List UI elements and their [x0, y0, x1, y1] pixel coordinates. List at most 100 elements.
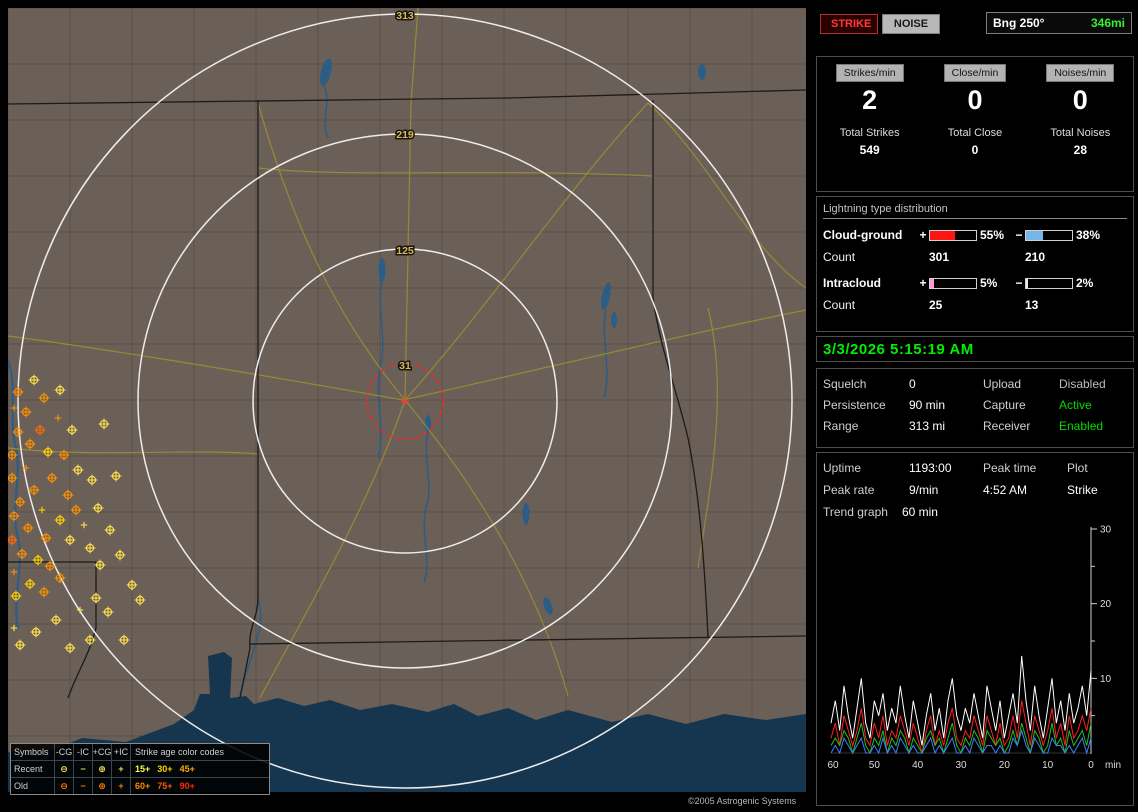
total-strikes-value: 549	[859, 143, 880, 157]
legend-col-ncg: -CG	[55, 744, 74, 760]
age-code: 60+	[135, 781, 151, 791]
total-noises-value: 28	[1073, 143, 1087, 157]
legend-recent-label: Recent	[11, 761, 55, 777]
strikes-per-min-value: 2	[862, 85, 878, 115]
bearing-label: Bng 250°	[993, 16, 1045, 30]
legend-old-label: Old	[11, 778, 55, 794]
age-code: 15+	[135, 764, 151, 774]
legend-recent-row: Recent ⊖ − ⊕ + 15+ 30+ 45+	[11, 760, 269, 777]
svg-text:min: min	[1105, 760, 1121, 771]
old-pcg-icon: ⊕	[93, 778, 112, 794]
svg-text:40: 40	[912, 760, 924, 771]
total-close-label: Total Close	[947, 127, 1003, 139]
old-nic-icon: −	[74, 778, 93, 794]
ic-negative-bar	[1025, 277, 1073, 289]
close-per-min-value: 0	[967, 85, 983, 115]
range-label: Range	[823, 419, 859, 433]
current-datetime: 3/3/2026 5:15:19 AM	[823, 340, 974, 358]
rates-panel: Strikes/min 2 Total Strikes 549 Close/mi…	[816, 56, 1134, 192]
svg-text:30: 30	[1100, 525, 1112, 536]
peak-rate-label: Peak rate	[823, 483, 875, 497]
noise-mode-button[interactable]: NOISE	[882, 14, 940, 34]
plus-sign: +	[919, 228, 927, 242]
upload-value: Disabled	[1059, 377, 1106, 391]
distribution-panel: Lightning type distribution Cloud-ground…	[816, 196, 1134, 332]
noises-per-min-button[interactable]: Noises/min	[1046, 64, 1115, 82]
recent-pic-icon: +	[112, 761, 131, 777]
svg-text:20: 20	[999, 760, 1011, 771]
plot-label: Plot	[1067, 461, 1088, 475]
legend-symbols-title: Symbols	[11, 744, 55, 760]
uptime-label: Uptime	[823, 461, 862, 475]
bearing-distance: 346mi	[1090, 16, 1125, 30]
peak-rate-value: 9/min	[909, 483, 939, 497]
stats-row: Peak rate 9/min 4:52 AM Strike	[823, 483, 1133, 497]
cloud-ground-row: Cloud-ground + 55% − 38%	[823, 227, 1127, 243]
legend-col-pcg: +CG	[93, 744, 112, 760]
recent-ncg-icon: ⊖	[55, 761, 74, 777]
recent-age-codes: 15+ 30+ 45+	[131, 761, 269, 777]
ic-negative-count: 13	[1025, 298, 1039, 312]
count-label: Count	[823, 298, 856, 312]
upload-label: Upload	[983, 377, 1022, 391]
strikes-rate-column: Strikes/min 2 Total Strikes 549	[817, 57, 922, 191]
old-age-codes: 60+ 75+ 90+	[131, 778, 269, 794]
county-grid	[8, 8, 806, 792]
intracloud-row: Intracloud + 5% − 2%	[823, 275, 1127, 291]
svg-text:219: 219	[396, 129, 414, 141]
svg-text:0: 0	[1088, 760, 1094, 771]
age-code: 75+	[157, 781, 173, 791]
squelch-value: 0	[909, 377, 916, 391]
plus-sign: +	[919, 276, 927, 290]
noises-rate-column: Noises/min 0 Total Noises 28	[1028, 57, 1133, 191]
close-per-min-button[interactable]: Close/min	[943, 64, 1007, 82]
age-code: 90+	[179, 781, 195, 791]
nexstorm-window: 313 219 125 31 Symbols -CG -IC +CG +IC S…	[0, 0, 1138, 812]
copyright-text: ©2005 Astrogenic Systems	[688, 796, 797, 806]
peak-time-label: Peak time	[983, 461, 1037, 475]
stats-panel: Uptime 1193:00 Peak time Plot Peak rate …	[816, 452, 1134, 806]
old-pic-icon: +	[112, 778, 131, 794]
age-code: 30+	[157, 764, 173, 774]
ic-positive-pct: 5%	[980, 276, 998, 290]
legend-header-row: Symbols -CG -IC +CG +IC Strike age color…	[11, 744, 269, 760]
settings-row: Squelch 0 Upload Disabled	[823, 377, 1127, 391]
squelch-label: Squelch	[823, 377, 867, 391]
intracloud-count-row: Count 25 13	[823, 297, 1127, 313]
svg-text:313: 313	[396, 10, 414, 22]
persistence-label: Persistence	[823, 398, 886, 412]
cloud-ground-label: Cloud-ground	[823, 228, 903, 242]
legend-col-pic: +IC	[112, 744, 131, 760]
svg-text:20: 20	[1100, 599, 1112, 610]
settings-row: Range 313 mi Receiver Enabled	[823, 419, 1127, 433]
legend-old-row: Old ⊖ − ⊕ + 60+ 75+ 90+	[11, 777, 269, 794]
trend-graph-label: Trend graph	[823, 505, 888, 519]
svg-text:50: 50	[869, 760, 881, 771]
datetime-panel: 3/3/2026 5:15:19 AM	[816, 336, 1134, 362]
uptime-value: 1193:00	[909, 461, 952, 475]
recent-nic-icon: −	[74, 761, 93, 777]
svg-text:10: 10	[1100, 674, 1112, 685]
settings-panel: Squelch 0 Upload Disabled Persistence 90…	[816, 368, 1134, 448]
sidebar: STRIKE NOISE Bng 250° 346mi Strikes/min …	[812, 0, 1138, 812]
svg-text:30: 30	[955, 760, 967, 771]
trend-series-total-strikes	[830, 655, 1092, 746]
strikes-per-min-button[interactable]: Strikes/min	[835, 64, 904, 82]
persistence-value: 90 min	[909, 398, 946, 412]
svg-text:60: 60	[827, 760, 839, 771]
noises-per-min-value: 0	[1072, 85, 1088, 115]
old-ncg-icon: ⊖	[55, 778, 74, 794]
minus-sign: −	[1015, 276, 1023, 290]
trend-header: Trend graph 60 min	[823, 505, 1133, 519]
capture-label: Capture	[983, 398, 1026, 412]
map-panel[interactable]: 313 219 125 31 Symbols -CG -IC +CG +IC S…	[8, 8, 806, 795]
plot-value: Strike	[1067, 483, 1098, 497]
map-legend: Symbols -CG -IC +CG +IC Strike age color…	[10, 743, 270, 795]
strike-mode-button[interactable]: STRIKE	[820, 14, 878, 34]
lightning-map: 313 219 125 31	[8, 8, 806, 792]
cg-positive-bar	[929, 229, 977, 241]
mode-toolbar: STRIKE NOISE Bng 250° 346mi	[816, 12, 1134, 38]
peak-time-value: 4:52 AM	[983, 483, 1028, 497]
legend-age-title: Strike age color codes	[135, 747, 225, 757]
age-code: 45+	[179, 764, 195, 774]
